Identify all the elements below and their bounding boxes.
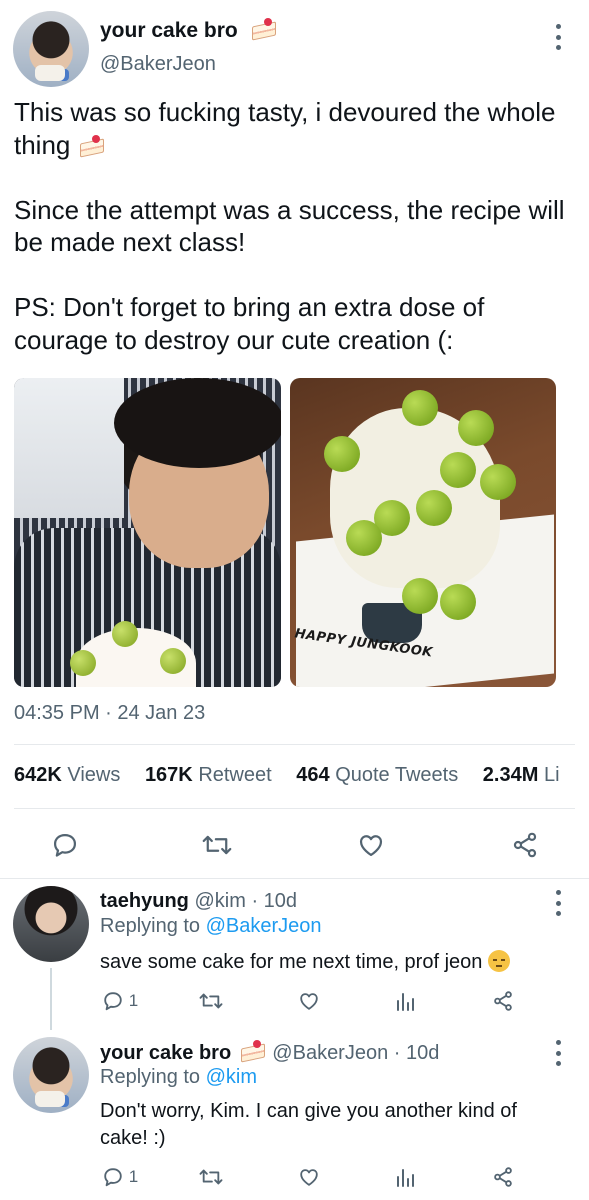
more-options-icon[interactable]	[548, 890, 568, 916]
heart-icon[interactable]	[296, 1164, 322, 1190]
grape-shape	[402, 390, 438, 426]
retweet-icon[interactable]	[198, 1164, 224, 1190]
tweet-photo-cake[interactable]: HAPPY JUNGKOOK	[290, 378, 556, 687]
author-name[interactable]: your cake bro	[100, 18, 276, 43]
tweet-paragraph: This was so fucking tasty, i devoured th…	[14, 97, 556, 160]
grape-shape	[440, 452, 476, 488]
grape-shape	[480, 464, 516, 500]
grape-shape	[70, 650, 96, 676]
grape-shape	[402, 578, 438, 614]
tweet-text: This was so fucking tasty, i devoured th…	[14, 96, 579, 356]
author-handle[interactable]: @BakerJeon	[100, 53, 216, 76]
reply-author-name[interactable]: taehyung	[100, 890, 189, 912]
retweet-icon[interactable]	[198, 988, 224, 1014]
cake-emoji-icon	[239, 1040, 265, 1062]
pensive-face-emoji-icon	[487, 950, 510, 972]
grape-shape	[346, 520, 382, 556]
more-options-icon[interactable]	[548, 1040, 568, 1066]
reply-count: 1	[128, 991, 139, 1010]
grape-shape	[160, 648, 186, 674]
replying-to: Replying to @BakerJeon	[100, 915, 322, 937]
tweet-timestamp[interactable]: 04:35 PM · 24 Jan 23	[14, 702, 205, 725]
reply-icon[interactable]	[48, 828, 82, 862]
photo-hair	[114, 378, 281, 468]
reply-icon[interactable]: 1	[98, 1164, 142, 1190]
replying-to-link[interactable]: @BakerJeon	[206, 915, 322, 937]
retweet-icon[interactable]	[200, 828, 234, 862]
reply-icon[interactable]: 1	[98, 988, 142, 1014]
reply-author-name[interactable]: your cake bro	[100, 1042, 231, 1064]
quote-tweets-stat[interactable]: 464 Quote Tweets	[296, 764, 458, 786]
heart-icon[interactable]	[354, 828, 388, 862]
reply-author-handle[interactable]: @kim	[194, 890, 245, 912]
photo-background	[14, 378, 124, 518]
reply-age: · 10d	[393, 1042, 440, 1064]
grape-shape	[416, 490, 452, 526]
replying-to-link[interactable]: @kim	[206, 1066, 257, 1088]
tweet-paragraph: Since the attempt was a success, the rec…	[14, 194, 565, 258]
share-icon[interactable]	[490, 988, 516, 1014]
reply-age: · 10d	[251, 890, 298, 912]
analytics-icon[interactable]	[392, 988, 418, 1014]
share-icon[interactable]	[490, 1164, 516, 1190]
grape-shape	[112, 621, 138, 647]
more-options-icon[interactable]	[548, 24, 568, 50]
tweet-paragraph: PS: Don't forget to bring an extra dose …	[14, 292, 485, 355]
grape-shape	[324, 436, 360, 472]
reply-author-handle[interactable]: @BakerJeon	[272, 1042, 388, 1064]
cake-emoji-icon	[78, 134, 104, 157]
divider	[14, 744, 575, 745]
tweet-stats: 642K Views 167K Retweet 464 Quote Tweets…	[14, 764, 579, 787]
reply-author-line: taehyung @kim · 10d	[100, 890, 297, 913]
tweet-photo-person[interactable]	[14, 378, 281, 687]
divider	[0, 878, 589, 879]
reply-text: Don't worry, Kim. I can give you another…	[100, 1100, 517, 1149]
heart-icon[interactable]	[296, 988, 322, 1014]
reply-author-line: your cake bro @BakerJeon · 10d	[100, 1040, 439, 1065]
share-icon[interactable]	[508, 828, 542, 862]
grape-shape	[440, 584, 476, 620]
cake-emoji-icon	[250, 18, 276, 40]
author-avatar[interactable]	[13, 11, 89, 87]
reply-count: 1	[128, 1167, 139, 1186]
reply-avatar[interactable]	[13, 886, 89, 962]
replying-to: Replying to @kim	[100, 1066, 258, 1088]
reply-avatar[interactable]	[13, 1037, 89, 1113]
likes-stat[interactable]: 2.34M Li	[483, 764, 560, 786]
retweets-stat[interactable]: 167K Retweet	[145, 764, 272, 786]
divider	[14, 808, 575, 809]
analytics-icon[interactable]	[392, 1164, 418, 1190]
thread-line	[50, 968, 52, 1030]
reply-text: save some cake for me next time, prof je…	[100, 949, 570, 976]
grape-shape	[458, 410, 494, 446]
views-stat[interactable]: 642K Views	[14, 764, 120, 786]
